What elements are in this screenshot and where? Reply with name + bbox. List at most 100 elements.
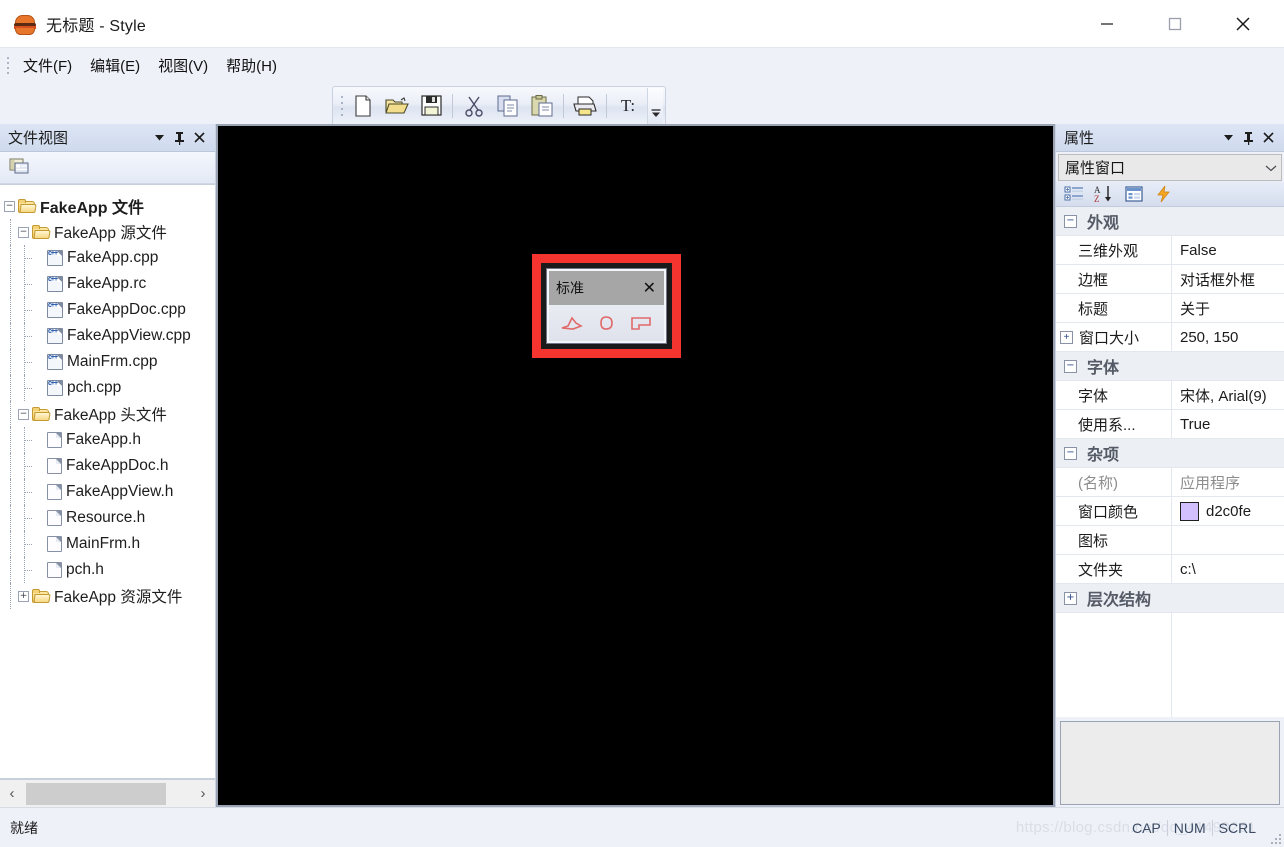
tree-item[interactable]: FakeAppView.h [0,479,215,505]
minimize-button[interactable] [1084,0,1130,48]
color-swatch[interactable] [1180,501,1199,521]
collapse-toggle-icon[interactable]: − [18,226,29,238]
file-tree[interactable]: − FakeApp 文件 − FakeApp 源文件 c++ FakeApp.cpp c++… [0,184,215,779]
flag-shape-icon[interactable] [628,314,654,332]
dialog-tool-row [549,305,664,341]
tree-item[interactable]: pch.h [0,557,215,583]
open-folder-icon[interactable] [380,90,414,122]
chevron-down-icon[interactable] [647,87,663,124]
tree-item[interactable]: FakeApp.h [0,427,215,453]
property-row[interactable]: 窗口颜色 d2c0fe [1056,497,1284,526]
events-lightning-icon[interactable] [1151,183,1177,205]
collapse-toggle-icon[interactable]: − [1064,214,1077,228]
property-row[interactable]: 使用系... True [1056,410,1284,439]
property-object-selector[interactable]: 属性窗口 [1058,154,1282,181]
categorized-icon[interactable] [1061,183,1087,205]
property-grid[interactable]: − 外观 三维外观 False 边框 对话框外框 标题 关于 + 窗口大小 250, 150− 字体字… [1056,207,1284,717]
tree-item[interactable]: MainFrm.h [0,531,215,557]
standard-toolbar-dialog[interactable]: 标准 ✕ [546,268,667,344]
property-value[interactable]: c:\ [1172,555,1284,583]
property-value[interactable] [1172,526,1284,554]
file-tree-hscrollbar[interactable]: ‹ › [0,779,215,807]
dialog-close-icon[interactable]: ✕ [643,278,658,298]
expand-toggle-icon[interactable]: + [1064,591,1077,605]
collapse-toggle-icon[interactable]: − [1064,359,1077,373]
tree-item[interactable]: c++ FakeAppDoc.cpp [0,297,215,323]
close-icon[interactable] [189,128,209,148]
property-row[interactable]: + 窗口大小 250, 150 [1056,323,1284,352]
tree-item[interactable]: − FakeApp 文件 [0,193,215,219]
property-row[interactable]: 图标 [1056,526,1284,555]
print-icon[interactable] [568,90,602,122]
blob-shape-icon[interactable] [593,314,619,332]
tree-item[interactable]: c++ FakeAppView.cpp [0,323,215,349]
collapse-toggle-icon[interactable]: − [4,200,15,212]
tree-item[interactable]: − FakeApp 头文件 [0,401,215,427]
grid-empty-col-right [1172,613,1284,717]
property-category-row[interactable]: + 层次结构 [1056,584,1284,613]
chevron-down-icon[interactable] [1265,161,1277,175]
property-row[interactable]: (名称) 应用程序 [1056,468,1284,497]
property-row[interactable]: 边框 对话框外框 [1056,265,1284,294]
menu-edit[interactable]: 编辑(E) [81,51,149,80]
title-bar-left: 无标题 - Style [0,12,146,36]
property-value[interactable]: 250, 150 [1172,323,1284,351]
property-value[interactable]: d2c0fe [1172,497,1284,525]
dialog-selection-frame[interactable]: 标准 ✕ [532,254,681,358]
scroll-track[interactable] [24,780,191,807]
save-icon[interactable] [414,90,448,122]
collapse-toggle-icon[interactable]: − [1064,446,1077,460]
tree-item[interactable]: + FakeApp 资源文件 [0,583,215,609]
property-category-row[interactable]: − 外观 [1056,207,1284,236]
new-file-icon[interactable] [346,90,380,122]
text-tool-button[interactable]: T: [611,90,645,122]
property-pages-icon[interactable] [1121,183,1147,205]
property-value[interactable]: 关于 [1172,294,1284,322]
expand-toggle-icon[interactable]: + [18,590,29,602]
menu-view[interactable]: 视图(V) [149,51,217,80]
scroll-left-arrow-icon[interactable]: ‹ [0,781,24,807]
alphabetical-sort-icon[interactable]: A Z [1091,183,1117,205]
tree-item[interactable]: c++ FakeApp.cpp [0,245,215,271]
maximize-button[interactable] [1152,0,1198,48]
show-all-files-icon[interactable] [6,155,34,181]
menu-grip[interactable] [4,55,12,75]
toolbar-grip[interactable] [337,94,346,118]
property-value[interactable]: 应用程序 [1172,468,1284,496]
tree-item[interactable]: Resource.h [0,505,215,531]
design-canvas[interactable]: 标准 ✕ [216,124,1055,807]
property-value[interactable]: 对话框外框 [1172,265,1284,293]
tree-item[interactable]: c++ MainFrm.cpp [0,349,215,375]
tree-item[interactable]: FakeAppDoc.h [0,453,215,479]
paste-icon[interactable] [525,90,559,122]
scroll-thumb[interactable] [26,782,166,805]
scroll-right-arrow-icon[interactable]: › [191,781,215,807]
pin-icon[interactable] [1238,128,1258,148]
pin-icon[interactable] [169,128,189,148]
property-row[interactable]: 字体 宋体, Arial(9) [1056,381,1284,410]
property-category-row[interactable]: − 杂项 [1056,439,1284,468]
expand-toggle-icon[interactable]: + [1060,330,1073,344]
status-scrl: SCRL [1211,819,1262,836]
property-row[interactable]: 三维外观 False [1056,236,1284,265]
close-icon[interactable] [1258,128,1278,148]
tree-indent-guide [18,557,32,583]
property-row[interactable]: 文件夹 c:\ [1056,555,1284,584]
property-category-row[interactable]: − 字体 [1056,352,1284,381]
collapse-toggle-icon[interactable]: − [18,408,29,420]
property-value[interactable]: 宋体, Arial(9) [1172,381,1284,409]
menu-help[interactable]: 帮助(H) [217,51,286,80]
tree-item[interactable]: c++ pch.cpp [0,375,215,401]
property-row[interactable]: 标题 关于 [1056,294,1284,323]
tree-item[interactable]: − FakeApp 源文件 [0,219,215,245]
copy-icon[interactable] [491,90,525,122]
polygon-shape-icon[interactable] [559,314,585,332]
chevron-down-icon[interactable] [1218,128,1238,148]
property-value[interactable]: False [1172,236,1284,264]
cut-scissors-icon[interactable] [457,90,491,122]
close-button[interactable] [1220,0,1266,48]
chevron-down-icon[interactable] [149,128,169,148]
property-value[interactable]: True [1172,410,1284,438]
tree-item[interactable]: c++ FakeApp.rc [0,271,215,297]
menu-file[interactable]: 文件(F) [14,51,81,80]
